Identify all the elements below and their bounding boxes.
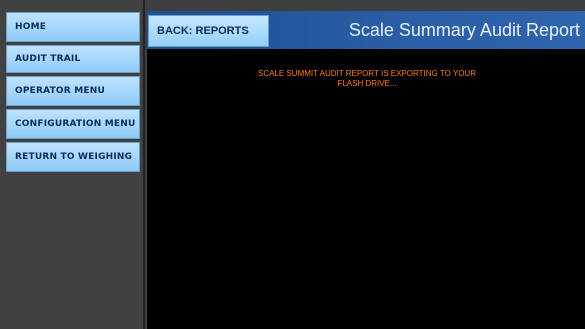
export-status-line-2: FLASH DRIVE... [337,79,397,88]
nav-operator-menu-button[interactable]: OPERATOR MENU [6,76,140,106]
nav-configuration-menu-label: CONFIGURATION MENU [15,119,136,129]
nav-configuration-menu-button[interactable]: CONFIGURATION MENU [6,109,140,139]
nav-home-label: HOME [15,22,47,32]
nav-return-to-weighing-label: RETURN TO WEIGHING [15,152,133,162]
screen: HOME AUDIT TRAIL OPERATOR MENU CONFIGURA… [0,0,585,329]
header-bar: BACK: REPORTS Scale Summary Audit Report [147,11,585,49]
nav-audit-trail-label: AUDIT TRAIL [15,54,81,64]
back-reports-label: BACK: REPORTS [157,25,249,37]
export-status-line-1: SCALE SUMMIT AUDIT REPORT IS EXPORTING T… [258,69,476,78]
main-panel: BACK: REPORTS Scale Summary Audit Report… [147,11,585,329]
sidebar: HOME AUDIT TRAIL OPERATOR MENU CONFIGURA… [0,0,145,329]
nav-audit-trail-button[interactable]: AUDIT TRAIL [6,45,140,73]
page-title: Scale Summary Audit Report [348,19,580,40]
nav-return-to-weighing-button[interactable]: RETURN TO WEIGHING [6,142,140,172]
export-status-message: SCALE SUMMIT AUDIT REPORT IS EXPORTING T… [187,69,547,89]
back-reports-button[interactable]: BACK: REPORTS [148,15,269,47]
nav-operator-menu-label: OPERATOR MENU [15,86,105,96]
nav-home-button[interactable]: HOME [6,12,140,42]
